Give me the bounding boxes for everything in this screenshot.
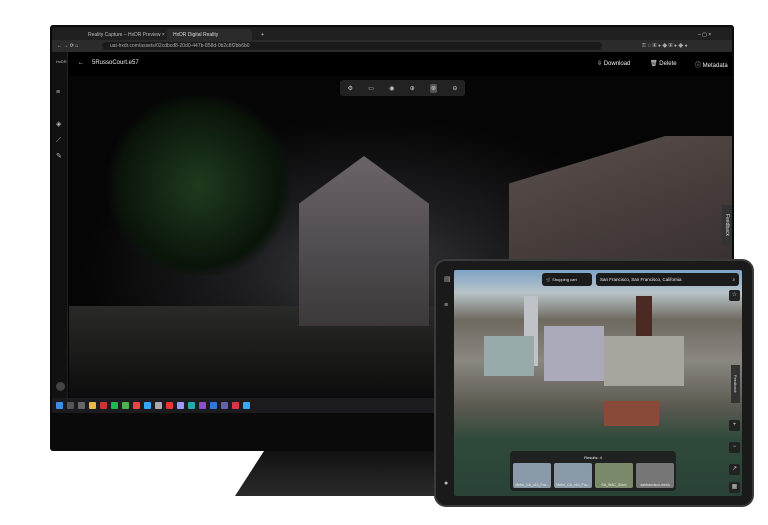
extension-icons[interactable]: ⚿ ☆ ▣ ● ◆ ▣ ● ◆ ● (642, 43, 688, 49)
tree-points (99, 96, 299, 276)
camera-icon[interactable]: ◉ (389, 85, 394, 92)
file-explorer-icon[interactable] (89, 402, 96, 409)
teams-icon[interactable] (221, 402, 228, 409)
menu-icon[interactable]: ≡ (444, 302, 452, 309)
compass-icon[interactable]: ↗ (729, 464, 740, 475)
zoom-out-button[interactable]: − (729, 442, 740, 453)
result-thumbnail[interactable]: SA_WAC_30cm (595, 463, 633, 488)
image-icon[interactable]: ▭ (368, 85, 374, 92)
result-label: SA_WAC_30cm (601, 483, 627, 487)
app-icon[interactable] (199, 402, 206, 409)
edit-icon[interactable]: ✎ (56, 153, 64, 160)
delete-label: Delete (659, 61, 677, 67)
target-icon[interactable]: ⊕ (410, 85, 415, 92)
metadata-label: Metadata (702, 63, 728, 69)
results-title: Results: 4 (584, 455, 602, 460)
tab-label: Reality Capture – HxDR Preview (88, 32, 161, 38)
house-points (299, 156, 429, 326)
task-view-icon[interactable] (78, 402, 85, 409)
settings-icon[interactable]: ⚙ (348, 85, 353, 92)
download-button[interactable]: ⇩ Download (597, 60, 630, 67)
layers-icon[interactable]: ◈ (56, 121, 64, 128)
result-label: sanfrancisco-mesh (640, 483, 670, 487)
globe-icon[interactable]: ⊗ (430, 83, 438, 93)
app-icon[interactable] (232, 402, 239, 409)
logo-icon: ▤ (444, 276, 451, 283)
delete-button[interactable]: 🗑 Delete (650, 60, 677, 67)
xd-icon[interactable] (177, 402, 184, 409)
result-thumbnail[interactable]: Metro_CA_c10_Fra... (554, 463, 592, 488)
cart-label: Shopping cart (552, 277, 577, 282)
building (484, 336, 534, 376)
app-sidebar: HxDR ≡ ◈ ⟋ ✎ (52, 52, 68, 413)
search-icon[interactable]: ⌕ (732, 277, 735, 282)
browser-tab-bar: Reality Capture – HxDR Preview × HxDR Di… (52, 27, 732, 40)
app-icon[interactable] (188, 402, 195, 409)
tab-label: HxDR Digital Reality (173, 32, 219, 38)
search-icon[interactable] (67, 402, 74, 409)
viewer-toolbar: ⚙ ▭ ◉ ⊕ ⊗ ⊖ (340, 80, 465, 96)
building-block (604, 401, 659, 426)
window-controls[interactable]: – ▢ × (692, 29, 717, 40)
building (604, 336, 684, 386)
result-thumbnail[interactable]: Metro_CA_c10_Fra... (513, 463, 551, 488)
avatar[interactable]: ● (444, 480, 452, 487)
app-icon[interactable] (243, 402, 250, 409)
grid-icon[interactable]: ▦ (729, 482, 740, 493)
back-forward-reload-icons[interactable]: ← → ⟳ ⌂ (57, 43, 78, 49)
new-tab-button[interactable]: + (255, 29, 270, 40)
shopping-cart-button[interactable]: 🛒 Shopping cart (542, 273, 592, 286)
feedback-tab[interactable]: Feedback (731, 365, 740, 403)
spotify-icon[interactable] (111, 402, 118, 409)
results-panel: Results: 4 Metro_CA_c10_Fra... Metro_CA_… (510, 451, 676, 491)
windows-start-icon[interactable] (56, 402, 63, 409)
result-label: Metro_CA_c10_Fra... (515, 483, 549, 487)
tab-reality-capture[interactable]: Reality Capture – HxDR Preview × (82, 29, 171, 40)
back-arrow-icon[interactable]: ← (78, 60, 84, 66)
menu-icon[interactable]: ≡ (56, 89, 64, 96)
app-icon[interactable] (100, 402, 107, 409)
avatar[interactable] (56, 382, 65, 391)
tablet-sidebar: ▤ ≡ ● (440, 271, 452, 496)
app-icon[interactable] (133, 402, 140, 409)
favorite-star-icon[interactable]: ☆ (729, 290, 740, 301)
url-input[interactable]: uat-hxdr.com/assets/02cdbcd8-20d0-447b-8… (102, 42, 602, 50)
building (544, 326, 604, 381)
address-bar-row: ← → ⟳ ⌂ uat-hxdr.com/assets/02cdbcd8-20d… (52, 40, 732, 52)
result-label: Metro_CA_c10_Fra... (556, 483, 590, 487)
app-icon[interactable] (155, 402, 162, 409)
measure-icon[interactable]: ⟋ (56, 137, 64, 144)
download-label: Download (603, 61, 631, 67)
tab-hxdr-digital-reality[interactable]: HxDR Digital Reality (167, 29, 252, 40)
tablet: ▤ ≡ ● 🛒 Shopping cart San Francisco, San… (434, 259, 754, 507)
zoom-in-button[interactable]: + (729, 420, 740, 431)
feedback-tab[interactable]: Feedback (722, 205, 732, 245)
chrome-icon[interactable] (122, 402, 129, 409)
app-header: ← 5RussoCourt.e57 ⇩ Download 🗑 Delete ⓘ … (52, 52, 732, 76)
orbit-icon[interactable]: ⊖ (452, 85, 457, 92)
location-search-input[interactable]: San Francisco, San Francisco, California… (596, 273, 739, 286)
location-text: San Francisco, San Francisco, California (600, 277, 682, 282)
vscode-icon[interactable] (210, 402, 217, 409)
photoshop-icon[interactable] (144, 402, 151, 409)
3d-city-map[interactable]: 🛒 Shopping cart San Francisco, San Franc… (454, 270, 742, 496)
metadata-button[interactable]: ⓘ Metadata (695, 60, 728, 69)
app-icon[interactable] (166, 402, 173, 409)
file-name: 5RussoCourt.e57 (92, 60, 139, 66)
result-thumbnail[interactable]: sanfrancisco-mesh (636, 463, 674, 488)
